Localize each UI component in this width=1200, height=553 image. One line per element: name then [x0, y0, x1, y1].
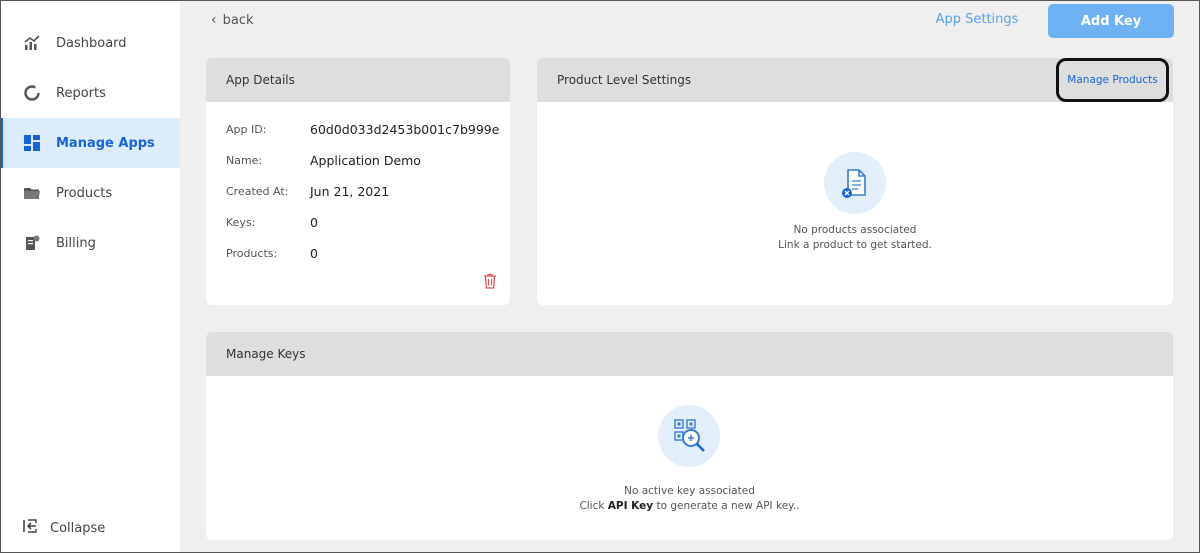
detail-value-products: 0 [310, 246, 318, 261]
sidebar-item-label: Dashboard [56, 35, 127, 51]
detail-label: Created At: [226, 185, 289, 198]
qr-search-icon [658, 405, 720, 467]
detail-value-name: Application Demo [310, 153, 421, 168]
back-link[interactable]: ‹ back [211, 12, 254, 28]
donut-icon [22, 83, 42, 103]
manage-keys-title: Manage Keys [206, 332, 1173, 376]
manage-keys-card: Manage Keys No active key associated Cli… [206, 332, 1173, 540]
collapse-button[interactable]: Collapse [22, 518, 105, 538]
sidebar-item-label: Reports [56, 85, 106, 101]
collapse-icon [22, 518, 38, 538]
document-icon [824, 152, 886, 214]
chart-icon [22, 33, 42, 53]
trash-icon[interactable] [483, 273, 497, 293]
generate-key-hint: Click API Key to generate a new API key.… [206, 499, 1173, 514]
folder-icon [22, 183, 42, 203]
detail-value-created-at: Jun 21, 2021 [310, 184, 390, 199]
sidebar-item-label: Billing [56, 235, 96, 251]
sidebar-item-label: Manage Apps [56, 135, 155, 151]
chevron-left-icon: ‹ [211, 12, 217, 28]
app-details-title: App Details [206, 58, 510, 102]
detail-value-app-id: 60d0d033d2453b001c7b999e [310, 122, 500, 137]
app-settings-link[interactable]: App Settings [918, 12, 1036, 27]
receipt-icon [22, 233, 42, 253]
no-products-text: No products associated [793, 224, 917, 236]
sidebar-item-reports[interactable]: Reports [0, 68, 180, 118]
sidebar-item-label: Products [56, 185, 113, 201]
app-details-card: App Details App ID: 60d0d033d2453b001c7b… [206, 58, 510, 305]
link-product-hint: Link a product to get started. [778, 239, 932, 251]
sidebar-item-billing[interactable]: Billing [0, 218, 180, 268]
detail-label: Keys: [226, 216, 256, 229]
product-settings-card: Product Level Settings Manage Products N… [537, 58, 1173, 305]
collapse-label: Collapse [50, 520, 106, 536]
no-active-key-text: No active key associated [624, 485, 755, 497]
detail-label: Name: [226, 154, 263, 167]
add-key-button[interactable]: Add Key [1048, 4, 1174, 38]
detail-value-keys: 0 [310, 215, 318, 230]
manage-products-button[interactable]: Manage Products [1056, 58, 1169, 102]
api-key-emphasis: API Key [607, 500, 654, 512]
detail-label: App ID: [226, 123, 267, 136]
sidebar-item-dashboard[interactable]: Dashboard [0, 18, 180, 68]
grid-icon [22, 133, 42, 153]
back-label: back [222, 12, 254, 28]
hint-prefix: Click [579, 500, 608, 512]
sidebar-item-manage-apps[interactable]: Manage Apps [0, 118, 180, 168]
sidebar: Dashboard Reports Manage Apps Products B… [0, 0, 180, 553]
sidebar-item-products[interactable]: Products [0, 168, 180, 218]
detail-label: Products: [226, 247, 278, 260]
hint-suffix: to generate a new API key.. [653, 500, 800, 512]
